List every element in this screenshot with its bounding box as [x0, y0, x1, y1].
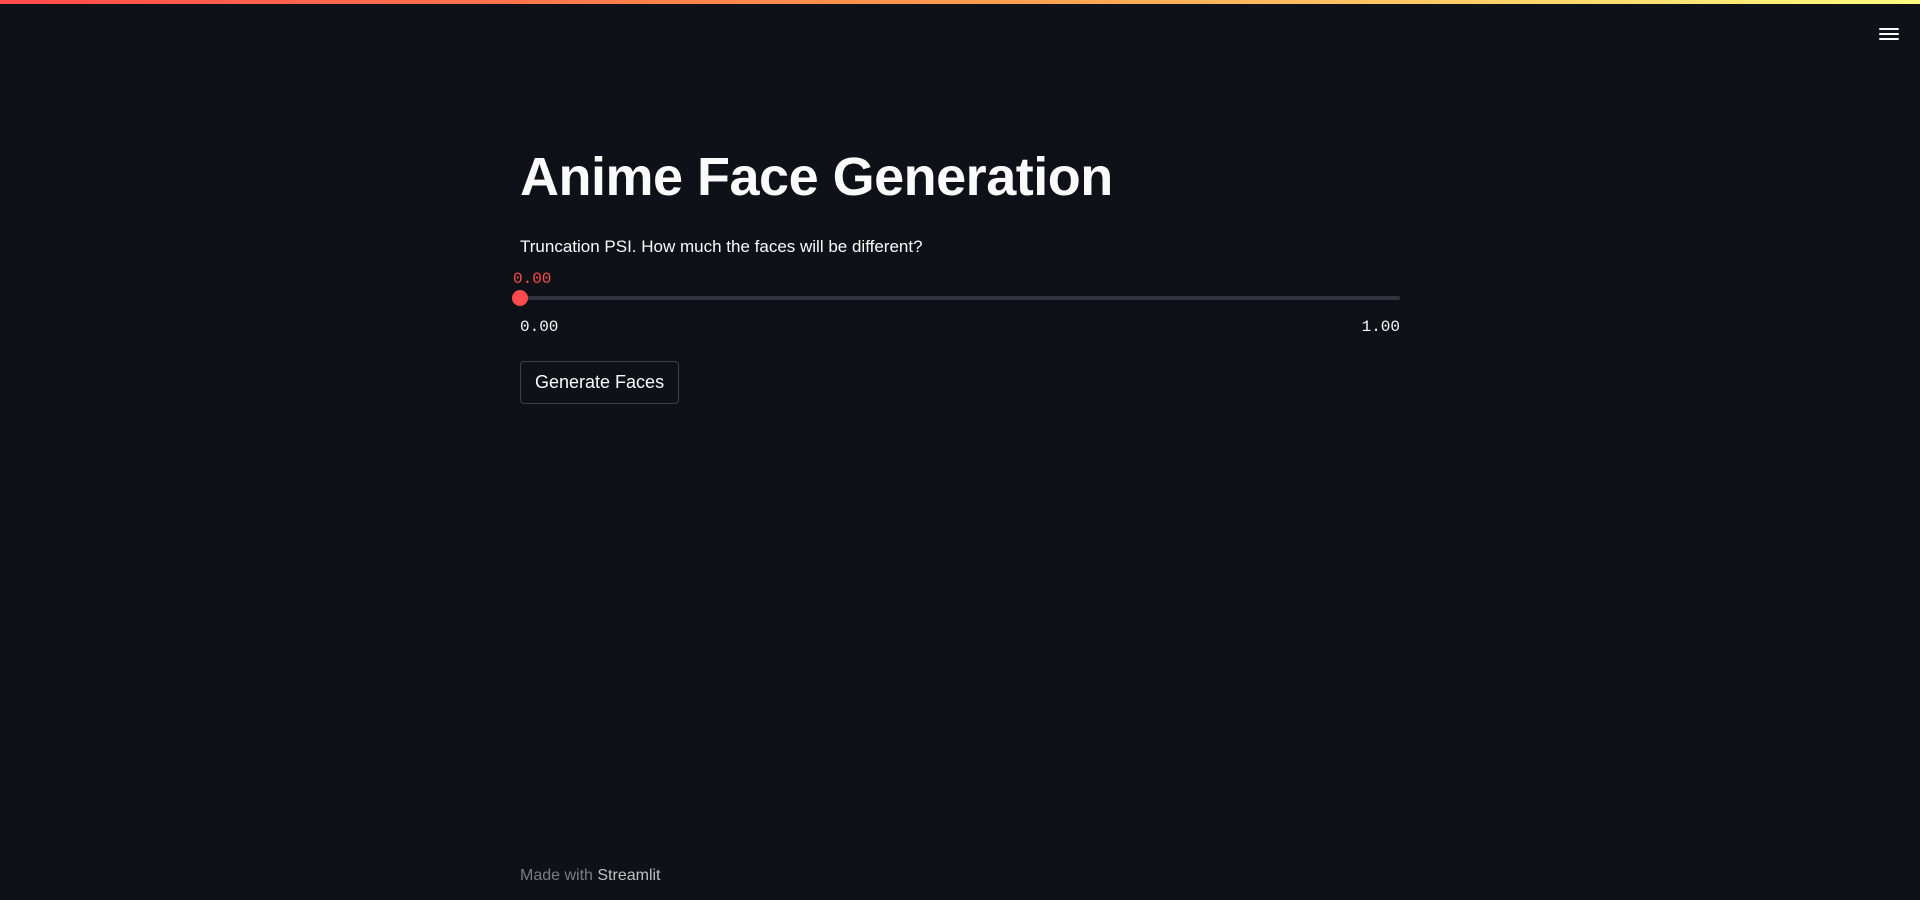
page-title: Anime Face Generation — [520, 147, 1113, 207]
slider-thumb[interactable] — [512, 290, 528, 306]
slider-current-value: 0.00 — [513, 270, 552, 288]
menu-line — [1879, 33, 1899, 35]
menu-line — [1879, 28, 1899, 30]
slider-min-label: 0.00 — [520, 318, 559, 336]
top-decoration-bar — [0, 0, 1920, 4]
footer-prefix: Made with — [520, 867, 598, 884]
truncation-psi-slider[interactable] — [512, 290, 1400, 306]
hamburger-menu-icon[interactable] — [1874, 20, 1902, 48]
streamlit-link[interactable]: Streamlit — [597, 867, 660, 884]
generate-faces-button[interactable]: Generate Faces — [520, 361, 680, 404]
footer: Made with Streamlit — [520, 867, 661, 885]
slider-max-label: 1.00 — [1361, 318, 1400, 336]
menu-line — [1879, 38, 1899, 40]
slider-label: Truncation PSI. How much the faces will … — [520, 237, 923, 256]
